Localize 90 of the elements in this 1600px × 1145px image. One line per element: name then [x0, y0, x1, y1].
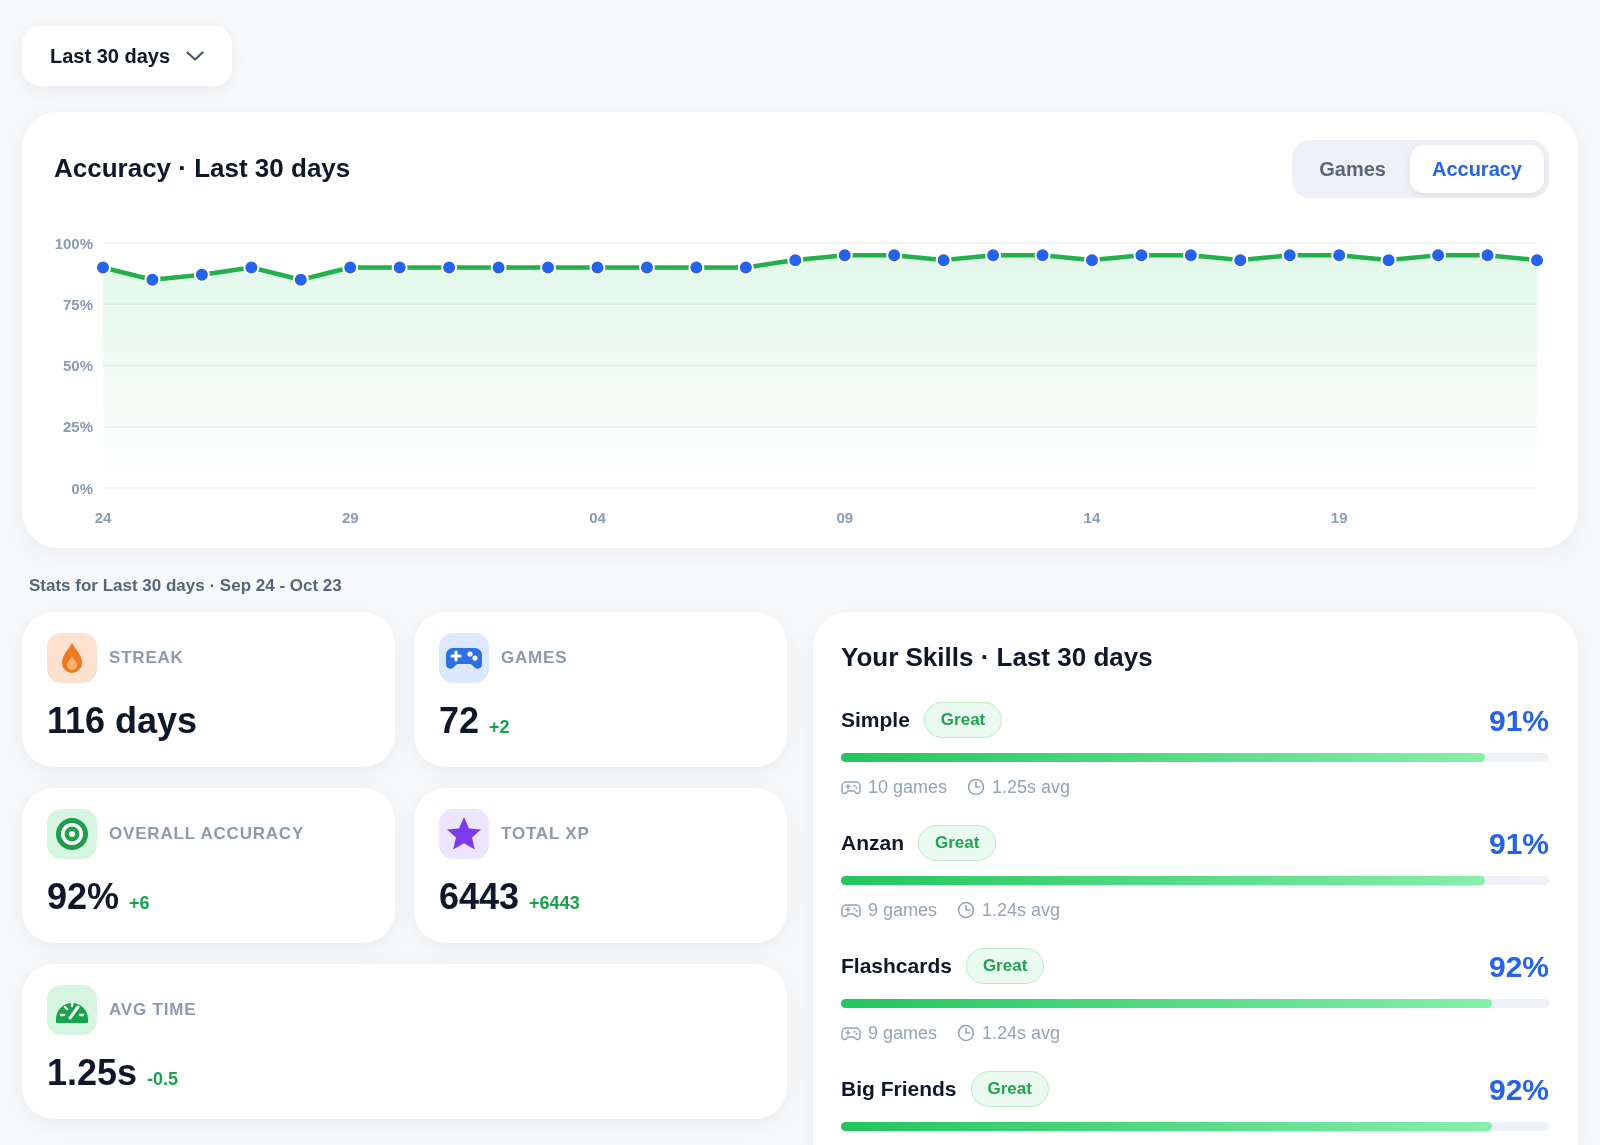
avg-time: 1.24s avg	[982, 1021, 1061, 1045]
flame-icon	[47, 633, 97, 683]
skill-name: Anzan	[841, 830, 904, 857]
data-point	[243, 259, 260, 276]
skill-percent: 91%	[1488, 825, 1549, 862]
data-point	[1133, 247, 1150, 264]
axis-label: 0%	[71, 479, 93, 497]
stat-value: 1.25s	[47, 1051, 138, 1095]
gamepad-icon	[841, 902, 861, 918]
stat-value: 72	[439, 699, 480, 743]
data-point	[292, 271, 309, 288]
target-icon	[47, 809, 97, 859]
stat-label: GAMES	[501, 647, 568, 670]
axis-label: 24	[94, 509, 112, 526]
avg-time: 1.24s avg	[982, 898, 1061, 922]
rating-badge: Great	[918, 825, 997, 861]
axis-label: 75%	[62, 295, 93, 313]
gamepad-icon	[439, 633, 489, 683]
games-count: 9 games	[868, 1021, 938, 1045]
data-point	[1479, 247, 1496, 264]
skill-name: Simple	[841, 707, 910, 734]
data-point	[1380, 252, 1397, 269]
data-point	[540, 259, 557, 276]
data-point	[95, 259, 111, 276]
stats-heading: Stats for Last 30 days · Sep 24 - Oct 23	[29, 576, 342, 596]
clock-icon	[957, 1024, 976, 1042]
skill-percent: 92%	[1488, 1071, 1549, 1108]
data-point	[985, 247, 1002, 264]
skill-percent: 92%	[1488, 948, 1549, 985]
data-point	[193, 266, 210, 283]
stat-delta: +2	[489, 716, 510, 739]
data-point	[1281, 247, 1298, 264]
period-dropdown[interactable]: Last 30 days	[22, 26, 232, 86]
rating-badge: Great	[923, 702, 1003, 738]
stat-value: 6443	[439, 875, 520, 919]
stat-delta: -0.5	[147, 1068, 179, 1091]
axis-label: 04	[589, 509, 606, 526]
rating-badge: Great	[965, 948, 1045, 984]
games-count: 10 games	[868, 775, 948, 799]
clock-icon	[967, 778, 986, 796]
stat-label: AVG TIME	[109, 999, 197, 1022]
chevron-icon	[186, 51, 205, 61]
data-point	[737, 259, 754, 276]
skill-percent: 91%	[1488, 702, 1549, 739]
stat-delta: +6	[129, 892, 150, 915]
data-point	[935, 252, 952, 269]
data-point	[490, 259, 507, 276]
skills-title: Your Skills · Last 30 days	[841, 642, 1153, 672]
data-point	[1232, 252, 1249, 269]
stat-value: 92%	[47, 875, 120, 919]
stat-delta: +6443	[529, 892, 580, 915]
chart-title: Accuracy · Last 30 days	[54, 153, 351, 185]
avg-time: 1.25s avg	[992, 775, 1071, 799]
data-point	[1182, 247, 1199, 264]
data-point	[638, 259, 655, 276]
gamepad-icon	[841, 1025, 861, 1041]
axis-label: 29	[341, 509, 359, 526]
data-point	[391, 259, 408, 276]
data-point	[342, 259, 359, 276]
data-point	[589, 259, 606, 276]
stat-label: STREAK	[109, 647, 184, 670]
data-point	[1529, 252, 1545, 269]
chart-tab[interactable]: Accuracy	[1409, 145, 1544, 193]
rating-badge: Great	[970, 1071, 1049, 1107]
data-point	[1331, 247, 1348, 264]
axis-label: 100%	[54, 234, 93, 252]
data-point	[787, 252, 804, 269]
data-point	[1430, 247, 1447, 264]
axis-label: 19	[1330, 509, 1348, 526]
data-point	[1083, 252, 1100, 269]
data-point	[441, 259, 458, 276]
chart-tab[interactable]: Games	[1297, 145, 1408, 193]
data-point	[836, 247, 853, 264]
axis-label: 25%	[62, 418, 93, 436]
skill-name: Flashcards	[841, 953, 952, 980]
stat-label: OVERALL ACCURACY	[109, 823, 305, 846]
gauge-icon	[47, 985, 97, 1035]
stat-label: TOTAL XP	[501, 823, 590, 846]
stat-value: 116 days	[47, 699, 198, 743]
data-point	[688, 259, 705, 276]
clock-icon	[957, 901, 976, 919]
data-point	[886, 247, 903, 264]
gamepad-icon	[841, 779, 861, 795]
data-point	[144, 271, 161, 288]
data-point	[1034, 247, 1051, 264]
axis-label: 50%	[62, 357, 93, 374]
skill-name: Big Friends	[841, 1076, 957, 1103]
axis-label: 14	[1083, 509, 1101, 526]
axis-label: 09	[836, 509, 854, 526]
games-count: 9 games	[868, 898, 938, 922]
